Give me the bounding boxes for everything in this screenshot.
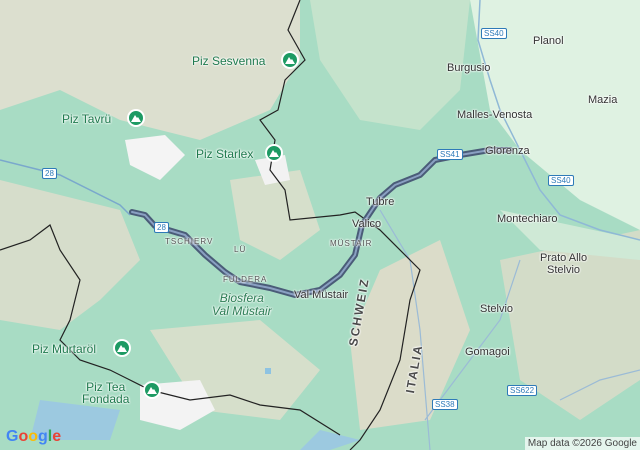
peak-label-sesvenna[interactable]: Piz Sesvenna <box>192 55 265 67</box>
place-label-valico[interactable]: Valico <box>352 218 381 230</box>
place-label-val-mustair[interactable]: Val Müstair <box>294 289 348 301</box>
place-label-fuldera[interactable]: FULDERA <box>223 274 267 286</box>
road-shield-28: 28 <box>154 222 169 233</box>
mountain-icon[interactable] <box>113 339 131 357</box>
peak-label-murtarol[interactable]: Piz Murtaröl <box>32 343 96 355</box>
road-shield-ss40: SS40 <box>481 28 507 39</box>
place-label-planol[interactable]: Planol <box>533 35 564 47</box>
place-label-mustair[interactable]: MÜSTAIR <box>330 238 372 250</box>
map-canvas[interactable]: SS40 SS41 SS40 28 28 SS622 SS38 Piz Sesv… <box>0 0 640 450</box>
place-label-malles[interactable]: Malles-Venosta <box>457 109 532 121</box>
map-attribution: Map data ©2026 Google <box>524 437 640 450</box>
place-label-lu[interactable]: LÜ <box>234 244 246 256</box>
mountain-icon[interactable] <box>265 144 283 162</box>
place-label-gomagoi[interactable]: Gomagoi <box>465 346 510 358</box>
peak-label-tavru[interactable]: Piz Tavrü <box>62 113 111 125</box>
place-label-glorenza[interactable]: Glorenza <box>485 145 530 157</box>
park-label[interactable]: Biosfera Val Müstair <box>212 292 272 318</box>
place-label-prato[interactable]: Prato Allo Stelvio <box>540 252 587 276</box>
road-shield-ss38: SS38 <box>432 399 458 410</box>
place-label-burgusio[interactable]: Burgusio <box>447 62 490 74</box>
road-shield-28: 28 <box>42 168 57 179</box>
place-label-stelvio[interactable]: Stelvio <box>480 303 513 315</box>
mountain-icon[interactable] <box>143 381 161 399</box>
mountain-icon[interactable] <box>127 109 145 127</box>
mountain-icon[interactable] <box>281 51 299 69</box>
road-shield-ss40: SS40 <box>548 175 574 186</box>
place-label-tschierv[interactable]: TSCHIERV <box>165 236 213 248</box>
peak-label-tea-fondada[interactable]: Piz Tea Fondada <box>82 381 129 405</box>
place-label-montechiaro[interactable]: Montechiaro <box>497 213 558 225</box>
peak-label-starlex[interactable]: Piz Starlex <box>196 148 253 160</box>
place-label-tubre[interactable]: Tubre <box>366 196 394 208</box>
road-shield-ss622: SS622 <box>507 385 538 396</box>
google-logo[interactable]: Google <box>6 428 61 446</box>
road-shield-ss41: SS41 <box>437 149 463 160</box>
place-label-mazia[interactable]: Mazia <box>588 94 617 106</box>
